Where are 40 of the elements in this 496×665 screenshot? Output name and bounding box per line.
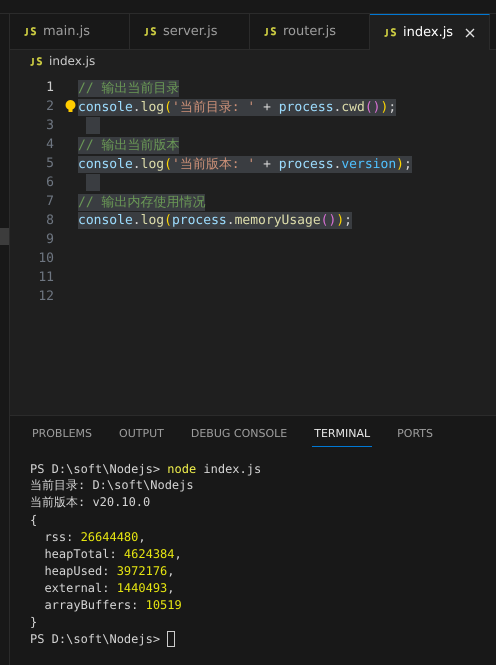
line-number: 7 [45, 194, 54, 209]
line-number: 10 [37, 251, 54, 266]
panel-tab[interactable]: PORTS [395, 426, 435, 447]
js-file-icon [24, 27, 37, 36]
js-file-icon [144, 27, 157, 36]
lightbulb-icon[interactable] [65, 100, 76, 112]
panel-tab[interactable]: OUTPUT [117, 426, 166, 447]
close-icon[interactable] [465, 28, 475, 38]
terminal-line: heapUsed: 3972176, [43, 564, 175, 578]
breadcrumb-item[interactable]: index.js [49, 54, 96, 68]
editor-tab[interactable]: index.js [370, 14, 490, 50]
terminal-line: heapTotal: 4624384, [43, 546, 182, 560]
line-number: 4 [45, 137, 54, 152]
panel-tab[interactable]: TERMINAL [312, 426, 372, 447]
terminal-line: rss: 26644480, [43, 530, 146, 544]
line-number: 3 [45, 118, 54, 133]
js-file-icon [264, 27, 277, 36]
terminal-line: 当前目录: D:\soft\Nodejs [30, 477, 194, 494]
terminal-line: external: 1440493, [43, 580, 175, 594]
line-number: 6 [45, 175, 54, 190]
terminal-line: arrayBuffers: 10519 [43, 598, 182, 612]
terminal-line: 当前版本: v20.10.0 [30, 494, 150, 511]
line-number: 9 [45, 232, 54, 247]
editor-tab[interactable]: main.js [10, 14, 130, 49]
line-number: 2 [45, 99, 54, 114]
js-file-icon [384, 28, 397, 37]
terminal-line: } [30, 614, 38, 628]
line-number: 11 [37, 270, 54, 285]
line-number: 5 [45, 156, 54, 171]
panel-tab[interactable]: DEBUG CONSOLE [188, 426, 290, 447]
terminal-line: PS D:\soft\Nodejs> node index.js [30, 462, 262, 476]
terminal-line: PS D:\soft\Nodejs> [30, 632, 162, 646]
js-file-icon [30, 56, 43, 66]
line-number: 1 [45, 80, 54, 95]
panel-tab[interactable]: PROBLEMS [30, 426, 94, 447]
line-number: 8 [45, 213, 54, 228]
sidebar-edge-marker [0, 228, 9, 245]
editor-tab[interactable]: server.js [130, 14, 250, 49]
terminal-line: { [30, 512, 38, 526]
line-number: 12 [37, 289, 54, 304]
